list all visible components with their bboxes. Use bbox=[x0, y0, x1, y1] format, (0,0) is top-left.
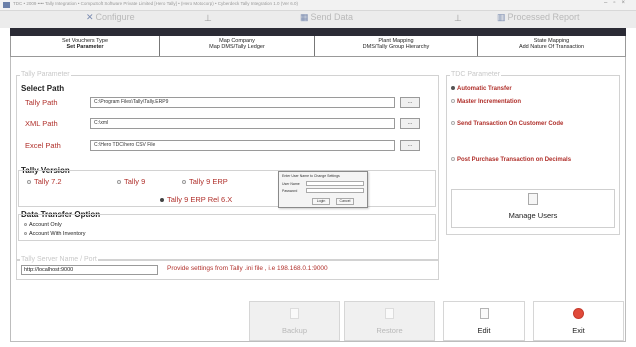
radio-account-with-inventory[interactable]: Account With Inventory bbox=[24, 231, 86, 237]
option-label: Post Purchase Transaction on Decimals bbox=[457, 157, 572, 163]
dialog-user-input[interactable] bbox=[306, 181, 364, 186]
xml-path-browse-button[interactable]: ... bbox=[400, 118, 420, 129]
menu-send-data-label: Send Data bbox=[310, 12, 354, 22]
radio-dot bbox=[24, 223, 27, 227]
radio-tally-9[interactable]: Tally 9 bbox=[117, 177, 145, 186]
tally-parameter-legend: Tally Parameter bbox=[20, 71, 71, 78]
checkbox-automatic-transfer[interactable]: Automatic Transfer bbox=[451, 86, 512, 92]
option-label: Send Transaction On Customer Code bbox=[457, 121, 564, 127]
send-data-icon: ▦ bbox=[300, 12, 309, 22]
menu-send-data[interactable]: ▦ Send Data bbox=[300, 12, 353, 27]
menu-configure[interactable]: ✕ Configure bbox=[86, 12, 135, 27]
tally-path-label: Tally Path bbox=[25, 98, 58, 107]
dialog-user-label: User Name bbox=[282, 182, 300, 186]
radio-dot bbox=[27, 180, 31, 185]
login-dialog: Enter User Name to Change Settings User … bbox=[278, 171, 368, 208]
exit-button[interactable]: Exit bbox=[533, 301, 624, 341]
excel-path-label: Excel Path bbox=[25, 141, 61, 150]
radio-label: Tally 9 ERP bbox=[189, 177, 228, 186]
radio-account-only[interactable]: Account Only bbox=[24, 222, 62, 228]
backup-icon bbox=[290, 308, 299, 319]
checkbox-send-transaction-customer-code[interactable]: Send Transaction On Customer Code bbox=[451, 121, 563, 127]
xml-path-label: XML Path bbox=[25, 119, 58, 128]
edit-document-icon bbox=[528, 193, 538, 205]
app-icon bbox=[3, 2, 10, 8]
radio-dot bbox=[117, 180, 121, 185]
manage-users-label: Manage Users bbox=[508, 211, 558, 220]
dialog-password-label: Password bbox=[282, 189, 298, 193]
radio-dot bbox=[24, 232, 27, 236]
dialog-password-input[interactable] bbox=[306, 188, 364, 193]
radio-tally-9-erp[interactable]: Tally 9 ERP bbox=[182, 177, 228, 186]
backup-label: Backup bbox=[281, 326, 308, 335]
edit-icon bbox=[479, 308, 489, 319]
tally-path-input[interactable]: C:\Program Files\Tally\Tally.ERP9 bbox=[90, 97, 395, 108]
backup-button[interactable]: Backup bbox=[249, 301, 340, 341]
window-controls[interactable]: –▫× bbox=[604, 0, 631, 6]
radio-tally-9-erp-rel[interactable]: Tally 9 ERP Rel 6.X bbox=[160, 195, 232, 204]
menu-divider-1: ⊥ bbox=[204, 13, 212, 23]
window-title: TDC • 2009 •••• Tally Integration • Comp… bbox=[13, 1, 298, 6]
edit-label: Edit bbox=[477, 326, 491, 335]
server-hint: Provide settings from Tally .ini file , … bbox=[167, 265, 328, 272]
tab-map-company[interactable]: Map Company Map DMS/Tally Ledger bbox=[160, 36, 315, 56]
restore-label: Restore bbox=[376, 326, 403, 335]
menu-divider-2: ⊥ bbox=[454, 13, 462, 23]
report-icon: ▥ bbox=[497, 12, 506, 22]
tdc-parameter-legend: TDC Parameter bbox=[450, 71, 502, 78]
header-strip bbox=[10, 28, 626, 36]
radio-tally-7-2[interactable]: Tally 7.2 bbox=[27, 177, 62, 186]
dialog-login-button[interactable]: Login bbox=[312, 198, 330, 205]
edit-button[interactable]: Edit bbox=[443, 301, 525, 341]
radio-label: Tally 9 ERP Rel 6.X bbox=[167, 195, 233, 204]
exit-label: Exit bbox=[572, 326, 585, 335]
option-dot bbox=[451, 121, 455, 126]
tab-label-bottom: Add Nature Of Transaction bbox=[518, 44, 585, 50]
option-label: Automatic Transfer bbox=[457, 86, 512, 92]
checkbox-master-incrementation[interactable]: Master Incrementation bbox=[451, 99, 521, 105]
menu-bar: ✕ Configure ⊥ ▦ Send Data ⊥ ▥ Processed Rep… bbox=[0, 11, 636, 28]
manage-users-button[interactable]: Manage Users bbox=[451, 189, 615, 228]
excel-path-browse-button[interactable]: ... bbox=[400, 140, 420, 151]
configure-icon: ✕ bbox=[86, 12, 94, 22]
radio-label: Account Only bbox=[29, 222, 62, 228]
tab-label-bottom: Map DMS/Tally Ledger bbox=[209, 44, 265, 50]
option-label: Master Incrementation bbox=[457, 99, 522, 105]
excel-path-input[interactable]: C:\Hero TDC\hero CSV File bbox=[90, 140, 395, 151]
option-dot bbox=[451, 99, 455, 104]
restore-button[interactable]: Restore bbox=[344, 301, 435, 341]
tally-path-browse-button[interactable]: ... bbox=[400, 97, 420, 108]
tab-set-parameter[interactable]: Set Vouchers Type Set Parameter bbox=[11, 36, 160, 56]
dialog-title: Enter User Name to Change Settings bbox=[282, 174, 340, 178]
option-dot bbox=[451, 157, 455, 162]
radio-label: Tally 9 bbox=[124, 177, 146, 186]
radio-dot bbox=[182, 180, 186, 185]
title-bar: TDC • 2009 •••• Tally Integration • Comp… bbox=[0, 0, 636, 11]
menu-configure-label: Configure bbox=[95, 12, 135, 22]
tab-label-bottom: DMS/Tally Group Hierarchy bbox=[362, 44, 430, 50]
radio-dot-selected bbox=[160, 198, 164, 203]
menu-processed-report-label: Processed Report bbox=[507, 12, 580, 22]
server-legend: Tally Server Name / Port bbox=[20, 256, 98, 263]
server-input[interactable]: http://localhost:9000 bbox=[21, 265, 158, 275]
menu-processed-report[interactable]: ▥ Processed Report bbox=[497, 12, 580, 27]
tab-bar: Set Vouchers Type Set Parameter Map Comp… bbox=[10, 36, 626, 57]
tab-label-bottom: Set Parameter bbox=[66, 44, 104, 50]
restore-icon bbox=[385, 308, 394, 319]
option-dot-selected bbox=[451, 86, 455, 91]
checkbox-post-purchase-decimals[interactable]: Post Purchase Transaction on Decimals bbox=[451, 157, 571, 163]
exit-icon bbox=[573, 308, 584, 319]
dialog-cancel-button[interactable]: Cancel bbox=[336, 198, 354, 205]
select-path-title: Select Path bbox=[21, 84, 65, 93]
xml-path-input[interactable]: C:\xml bbox=[90, 118, 395, 129]
radio-label: Account With Inventory bbox=[29, 231, 86, 237]
tab-plant-mapping[interactable]: Plant Mapping DMS/Tally Group Hierarchy bbox=[315, 36, 478, 56]
tab-state-mapping[interactable]: State Mapping Add Nature Of Transaction bbox=[478, 36, 625, 56]
radio-label: Tally 7.2 bbox=[34, 177, 62, 186]
